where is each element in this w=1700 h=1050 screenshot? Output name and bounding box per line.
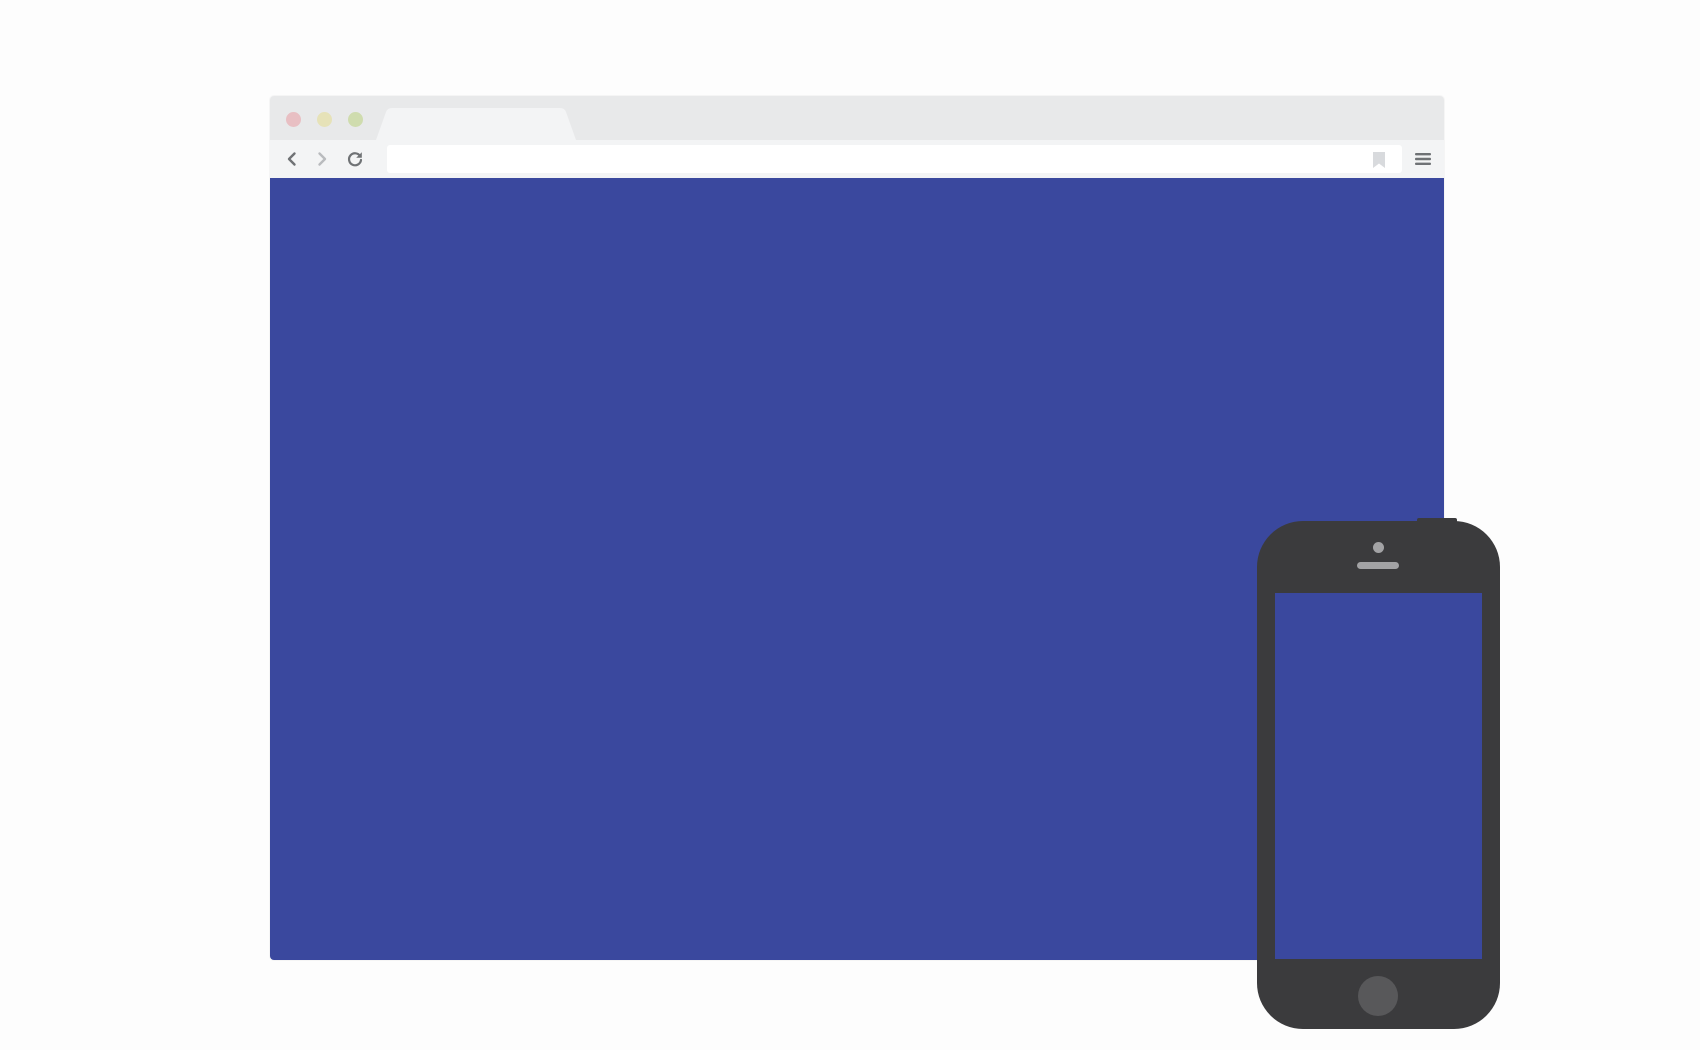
reload-button[interactable] xyxy=(343,147,367,171)
close-window-button[interactable] xyxy=(286,112,301,127)
home-button-icon[interactable] xyxy=(1358,976,1398,1016)
forward-button[interactable] xyxy=(310,147,334,171)
speaker-icon xyxy=(1357,562,1399,569)
tab-shape xyxy=(376,108,576,140)
maximize-window-button[interactable] xyxy=(348,112,363,127)
phone-screen[interactable] xyxy=(1275,593,1482,959)
browser-title-bar xyxy=(270,96,1444,140)
browser-toolbar xyxy=(270,140,1444,178)
address-bar-input[interactable] xyxy=(387,145,1402,173)
hamburger-menu-icon xyxy=(1415,153,1431,165)
chevron-right-icon xyxy=(318,152,327,166)
browser-menu-button[interactable] xyxy=(1412,149,1434,169)
reload-icon xyxy=(347,152,363,167)
phone-device xyxy=(1257,521,1500,1029)
device-mockup-stage xyxy=(0,0,1700,1050)
chevron-left-icon xyxy=(287,152,296,166)
camera-icon xyxy=(1373,542,1384,553)
bookmark-icon xyxy=(1373,152,1385,168)
browser-tab-active[interactable] xyxy=(376,108,576,140)
minimize-window-button[interactable] xyxy=(317,112,332,127)
back-button[interactable] xyxy=(280,147,304,171)
bookmark-button[interactable] xyxy=(1372,151,1386,169)
